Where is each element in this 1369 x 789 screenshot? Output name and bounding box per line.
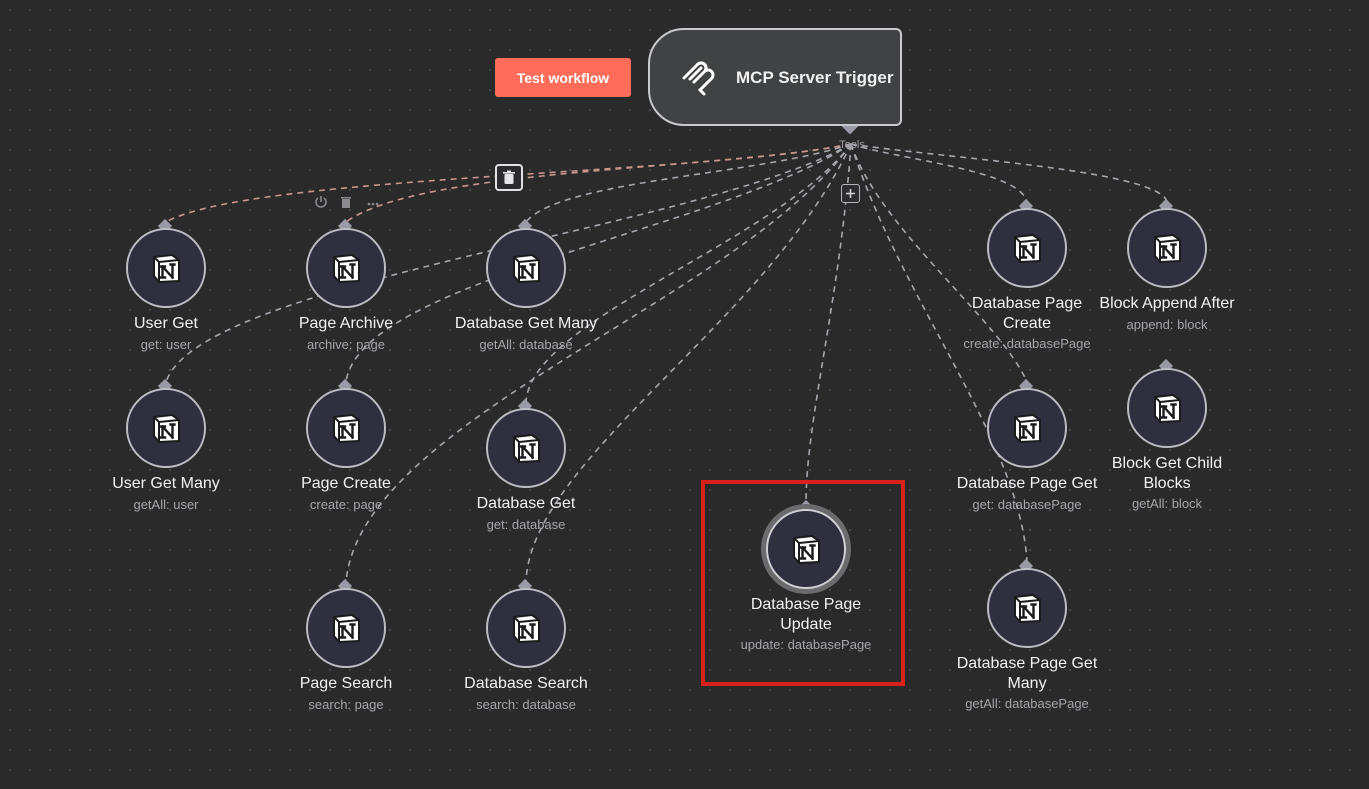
node-subtitle: search: page [308, 697, 384, 712]
node-database-search[interactable]: Database Search search: database [464, 588, 588, 712]
node-page-create[interactable]: Page Create create: page [301, 388, 391, 512]
node-subtitle: get: database [486, 517, 566, 532]
notion-node-circle[interactable] [987, 568, 1067, 648]
trash-icon [503, 170, 515, 184]
notion-node-circle[interactable] [486, 228, 566, 308]
node-subtitle: getAll: database [479, 337, 573, 352]
node-user-get[interactable]: User Get get: user [126, 228, 206, 352]
node-title: Block Append After [1099, 295, 1235, 312]
node-title: Page Create [301, 475, 391, 492]
more-options-icon[interactable] [367, 202, 379, 206]
notion-node-circle[interactable] [1127, 368, 1207, 448]
node-database-page-create[interactable]: Database Page Create create: databasePag… [963, 208, 1091, 351]
node-block-append-after[interactable]: Block Append After append: block [1099, 208, 1235, 332]
notion-node-circle[interactable] [1127, 208, 1207, 288]
notion-node-circle[interactable] [486, 588, 566, 668]
plus-icon [846, 189, 855, 198]
trash-icon[interactable] [341, 197, 351, 208]
trigger-title: MCP Server Trigger [736, 68, 894, 87]
node-subtitle: getAll: user [133, 497, 199, 512]
notion-icon [153, 254, 180, 283]
node-page-search[interactable]: Page Search search: page [300, 588, 392, 712]
notion-icon [1154, 234, 1181, 263]
notion-node-circle[interactable] [306, 588, 386, 668]
notion-node-circle[interactable] [306, 228, 386, 308]
notion-icon [1154, 394, 1181, 423]
node-database-get[interactable]: Database Get get: database [477, 408, 575, 532]
node-user-get-many[interactable]: User Get Many getAll: user [112, 388, 220, 512]
node-subtitle: create: databasePage [963, 336, 1091, 351]
node-title: Database Page Get Many [956, 655, 1098, 692]
node-subtitle: get: user [140, 337, 192, 352]
notion-icon [153, 414, 180, 443]
node-subtitle: getAll: block [1131, 496, 1203, 511]
notion-icon [333, 414, 360, 443]
node-title: Database Get Many [454, 315, 598, 332]
power-icon[interactable] [315, 196, 327, 208]
notion-node-circle[interactable] [306, 388, 386, 468]
selection-highlight [701, 480, 905, 686]
node-subtitle: append: block [1126, 317, 1208, 332]
node-title: Block Get Child Blocks [1111, 455, 1223, 492]
notion-node-circle[interactable] [486, 408, 566, 488]
notion-icon [513, 254, 540, 283]
notion-icon [333, 614, 360, 643]
notion-node-circle[interactable] [987, 388, 1067, 468]
node-title: User Get Many [112, 475, 220, 492]
notion-icon [1014, 414, 1041, 443]
mcp-server-trigger-node[interactable]: MCP Server Trigger [648, 28, 902, 126]
node-title: User Get [133, 315, 198, 332]
node-page-archive[interactable]: Page Archive archive: page [299, 228, 393, 352]
node-database-get-many[interactable]: Database Get Many getAll: database [455, 228, 597, 352]
node-subtitle: archive: page [306, 337, 386, 352]
tools-connector-label: Tools [839, 139, 865, 151]
notion-icon [513, 434, 540, 463]
test-workflow-button[interactable]: Test workflow [495, 58, 631, 97]
node-subtitle: search: database [476, 697, 576, 712]
notion-node-circle[interactable] [126, 388, 206, 468]
notion-icon [333, 254, 360, 283]
node-title: Database Search [464, 675, 588, 692]
node-subtitle: getAll: databasePage [965, 696, 1089, 711]
add-tool-button[interactable] [841, 184, 860, 203]
mcp-logo-icon [682, 61, 715, 96]
notion-icon [1014, 594, 1041, 623]
node-title: Page Search [299, 675, 393, 692]
node-database-page-get-many[interactable]: Database Page Get Many getAll: databaseP… [957, 568, 1097, 711]
node-subtitle: create: page [309, 497, 383, 512]
notion-icon [513, 614, 540, 643]
notion-node-circle[interactable] [126, 228, 206, 308]
delete-connection-button[interactable] [495, 164, 523, 191]
node-hover-toolbar [315, 196, 379, 208]
node-title: Page Archive [298, 315, 394, 332]
notion-icon [1014, 234, 1041, 263]
node-title: Database Get [476, 495, 576, 512]
node-database-page-get[interactable]: Database Page Get get: databasePage [957, 388, 1097, 512]
node-block-get-child-blocks[interactable]: Block Get Child Blocks getAll: block [1112, 368, 1222, 511]
notion-node-circle[interactable] [987, 208, 1067, 288]
